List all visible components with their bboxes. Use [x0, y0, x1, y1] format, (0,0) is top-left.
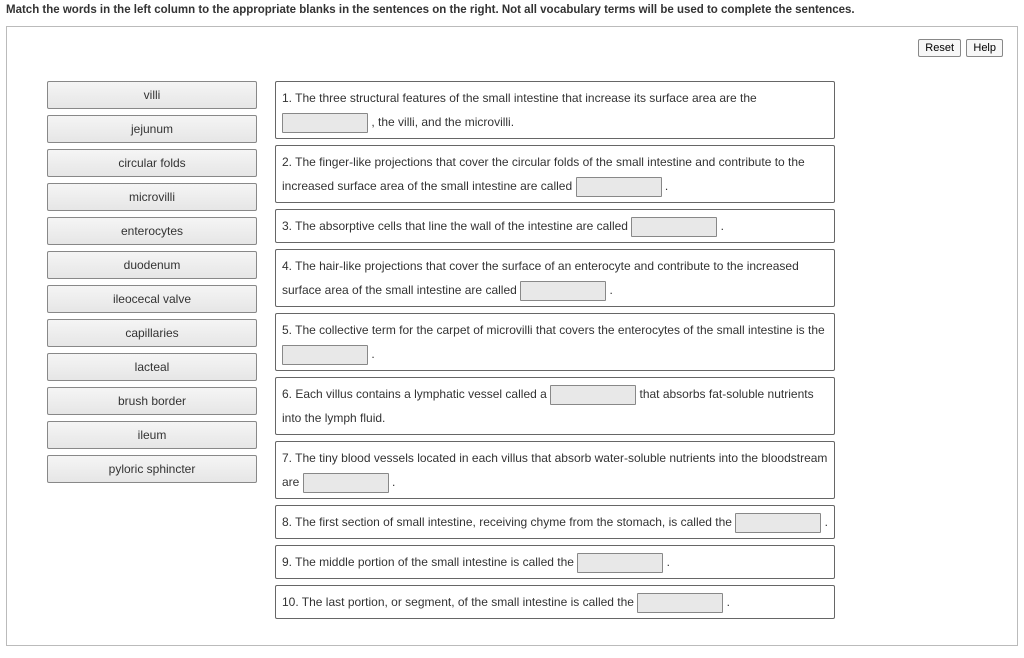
sentence-text: .	[392, 475, 395, 489]
sentence-3: 3. The absorptive cells that line the wa…	[275, 209, 835, 243]
sentence-text: 5. The collective term for the carpet of…	[282, 323, 825, 337]
sentence-text: 10. The last portion, or segment, of the…	[282, 595, 637, 609]
reset-button[interactable]: Reset	[918, 39, 961, 57]
sentence-text: .	[371, 347, 374, 361]
sentence-5: 5. The collective term for the carpet of…	[275, 313, 835, 371]
sentence-10: 10. The last portion, or segment, of the…	[275, 585, 835, 619]
activity-panel: Reset Help villi jejunum circular folds …	[6, 26, 1018, 646]
blank-6[interactable]	[550, 385, 636, 405]
term-ileocecal-valve[interactable]: ileocecal valve	[47, 285, 257, 313]
term-brush-border[interactable]: brush border	[47, 387, 257, 415]
blank-4[interactable]	[520, 281, 606, 301]
sentence-text: .	[665, 179, 668, 193]
sentence-text: 2. The finger-like projections that cove…	[282, 155, 805, 193]
sentence-text: .	[727, 595, 730, 609]
sentence-1: 1. The three structural features of the …	[275, 81, 835, 139]
blank-7[interactable]	[303, 473, 389, 493]
sentence-7: 7. The tiny blood vessels located in eac…	[275, 441, 835, 499]
term-list: villi jejunum circular folds microvilli …	[47, 81, 257, 489]
sentence-list: 1. The three structural features of the …	[275, 81, 835, 625]
sentence-text: .	[667, 555, 670, 569]
sentence-text: 3. The absorptive cells that line the wa…	[282, 219, 631, 233]
blank-1[interactable]	[282, 113, 368, 133]
term-enterocytes[interactable]: enterocytes	[47, 217, 257, 245]
term-duodenum[interactable]: duodenum	[47, 251, 257, 279]
term-jejunum[interactable]: jejunum	[47, 115, 257, 143]
blank-8[interactable]	[735, 513, 821, 533]
term-ileum[interactable]: ileum	[47, 421, 257, 449]
term-microvilli[interactable]: microvilli	[47, 183, 257, 211]
term-capillaries[interactable]: capillaries	[47, 319, 257, 347]
sentence-text: .	[825, 515, 828, 529]
blank-3[interactable]	[631, 217, 717, 237]
blank-2[interactable]	[576, 177, 662, 197]
sentence-text: 1. The three structural features of the …	[282, 91, 757, 105]
sentence-text: 8. The first section of small intestine,…	[282, 515, 735, 529]
sentence-2: 2. The finger-like projections that cove…	[275, 145, 835, 203]
help-button[interactable]: Help	[966, 39, 1003, 57]
top-button-row: Reset Help	[916, 39, 1003, 57]
term-lacteal[interactable]: lacteal	[47, 353, 257, 381]
blank-9[interactable]	[577, 553, 663, 573]
sentence-6: 6. Each villus contains a lymphatic vess…	[275, 377, 835, 435]
term-villi[interactable]: villi	[47, 81, 257, 109]
sentence-9: 9. The middle portion of the small intes…	[275, 545, 835, 579]
sentence-text: .	[721, 219, 724, 233]
sentence-text: .	[609, 283, 612, 297]
term-pyloric-sphincter[interactable]: pyloric sphincter	[47, 455, 257, 483]
page-instruction: Match the words in the left column to th…	[0, 0, 1024, 26]
term-circular-folds[interactable]: circular folds	[47, 149, 257, 177]
blank-10[interactable]	[637, 593, 723, 613]
sentence-8: 8. The first section of small intestine,…	[275, 505, 835, 539]
sentence-text: , the villi, and the microvilli.	[371, 115, 514, 129]
blank-5[interactable]	[282, 345, 368, 365]
sentence-text: 9. The middle portion of the small intes…	[282, 555, 577, 569]
sentence-text: 6. Each villus contains a lymphatic vess…	[282, 387, 550, 401]
sentence-4: 4. The hair-like projections that cover …	[275, 249, 835, 307]
